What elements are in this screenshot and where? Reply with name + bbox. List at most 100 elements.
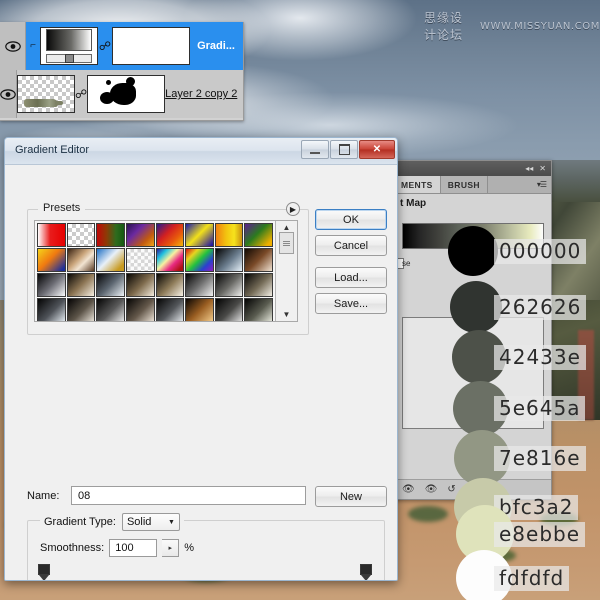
- name-input[interactable]: 08: [71, 486, 306, 505]
- gradient-preset-swatch[interactable]: [185, 273, 214, 297]
- gradient-preset-swatch[interactable]: [155, 248, 185, 272]
- minimize-button[interactable]: [301, 140, 329, 159]
- layer-thumbnail[interactable]: [40, 27, 98, 65]
- color-swatch-hex-label: e8ebbe: [494, 521, 586, 547]
- smoothness-row: Smoothness: 100 ▸ %: [40, 539, 194, 557]
- presets-group: Presets ▶ ▲ ▼: [27, 202, 309, 335]
- gradient-preset-swatch[interactable]: [96, 248, 125, 272]
- scroll-up-icon[interactable]: ▲: [283, 223, 291, 232]
- window-controls: ✕: [301, 140, 395, 159]
- mask-blob: [100, 77, 137, 105]
- gradient-preset-swatch[interactable]: [125, 298, 155, 321]
- gradient-preset-swatch[interactable]: [125, 273, 155, 297]
- mask-dot: [106, 80, 112, 85]
- gradient-preset-swatch[interactable]: [155, 298, 185, 321]
- gradient-preset-swatch[interactable]: [37, 223, 66, 247]
- gradient-preset-swatch[interactable]: [214, 273, 244, 297]
- gradient-preset-swatch[interactable]: [66, 223, 96, 247]
- gradient-preset-swatch[interactable]: [214, 248, 244, 272]
- eye-icon: [4, 40, 21, 52]
- tabstrip-filler: ▾☰: [487, 176, 551, 193]
- opacity-stop-marker[interactable]: [360, 564, 372, 580]
- color-swatch-hex-label: 7e816e: [494, 445, 586, 471]
- gradient-preset-swatch[interactable]: [244, 223, 273, 247]
- opacity-stop-marker[interactable]: [38, 564, 50, 580]
- gradient-preset-swatch[interactable]: [66, 248, 96, 272]
- gradient-preset-swatch[interactable]: [185, 223, 214, 247]
- color-swatch-dot: [448, 226, 498, 276]
- layer-row[interactable]: ☍ Layer 2 copy 2: [0, 70, 243, 118]
- layer-mask-thumbnail[interactable]: [87, 75, 166, 113]
- smoothness-spinner[interactable]: ▸: [162, 539, 180, 557]
- gradient-editor-dialog: Gradient Editor ✕ Presets ▶ ▲ ▼ OK Cance…: [4, 137, 398, 581]
- eye-icon[interactable]: 👁: [402, 484, 415, 495]
- link-icon[interactable]: ☍: [75, 87, 87, 101]
- layer-mask-thumbnail[interactable]: [112, 27, 190, 65]
- gradient-preset-swatch[interactable]: [37, 298, 66, 321]
- gradient-type-select[interactable]: Solid ▼: [121, 513, 180, 531]
- layer-visibility-toggle[interactable]: [0, 22, 26, 70]
- gradient-slider: [46, 54, 92, 63]
- layer-thumbnail[interactable]: [17, 75, 75, 113]
- gradient-preset-swatch[interactable]: [214, 223, 244, 247]
- close-button[interactable]: ✕: [359, 140, 395, 159]
- gradient-preset-swatch[interactable]: [37, 248, 66, 272]
- collapse-panel-icon[interactable]: ◂◂: [525, 164, 533, 173]
- dialog-titlebar[interactable]: Gradient Editor ✕: [5, 138, 397, 165]
- close-icon[interactable]: ✕: [539, 164, 546, 173]
- save-button[interactable]: Save...: [315, 293, 387, 314]
- adjustments-titlebar: ◂◂ ✕: [394, 161, 551, 176]
- gradient-preset-swatch[interactable]: [155, 273, 185, 297]
- color-swatch-item: fdfdfd: [456, 550, 570, 600]
- color-swatch-hex-label: 5e645a: [494, 396, 586, 421]
- tab-brush[interactable]: BRUSH: [440, 176, 488, 193]
- color-swatch-item: 5e645a: [453, 381, 586, 436]
- maximize-icon: [338, 144, 350, 155]
- gradient-preset-swatch[interactable]: [96, 223, 125, 247]
- load-button[interactable]: Load...: [315, 267, 387, 288]
- shrub: [408, 506, 448, 522]
- link-icon[interactable]: ☍: [98, 39, 112, 53]
- new-button[interactable]: New: [315, 486, 387, 507]
- adjustments-heading: t Map: [400, 198, 427, 209]
- gradient-bar-editor[interactable]: [38, 564, 372, 580]
- color-swatch-hex-label: 262626: [494, 294, 587, 320]
- gradient-preset-swatch[interactable]: [96, 273, 125, 297]
- color-swatch-hex-label: 000000: [494, 238, 587, 264]
- gradient-preset-swatch[interactable]: [185, 248, 214, 272]
- tab-brush-label: BRUSH: [447, 179, 480, 190]
- gradient-preset-swatch[interactable]: [244, 248, 273, 272]
- presets-grid[interactable]: [35, 221, 275, 321]
- presets-scrollbar[interactable]: ▲ ▼: [275, 221, 297, 321]
- maximize-button[interactable]: [330, 140, 358, 159]
- layer-visibility-toggle[interactable]: [0, 70, 17, 118]
- smoothness-input[interactable]: 100: [109, 539, 158, 557]
- minimize-icon: [310, 151, 320, 154]
- presets-list: ▲ ▼: [34, 220, 298, 322]
- scrollbar-thumb[interactable]: [279, 232, 294, 254]
- gradient-preset-swatch[interactable]: [37, 273, 66, 297]
- gradient-preset-swatch[interactable]: [96, 298, 125, 321]
- layer-row[interactable]: ⌐ ☍ Gradi...: [0, 22, 243, 70]
- gradient-type-label: Gradient Type:: [44, 516, 116, 528]
- gradient-preset-swatch[interactable]: [185, 298, 214, 321]
- preset-menu-arrow-icon[interactable]: ▶: [286, 202, 300, 216]
- gradient-preset-swatch[interactable]: [66, 273, 96, 297]
- scroll-down-icon[interactable]: ▼: [283, 310, 291, 319]
- gradient-preset-swatch[interactable]: [214, 298, 244, 321]
- gradient-preset-swatch[interactable]: [244, 273, 273, 297]
- crocodile-artwork: [24, 99, 63, 107]
- panel-menu-icon[interactable]: ▾☰: [537, 180, 547, 189]
- cancel-button[interactable]: Cancel: [315, 235, 387, 256]
- gradient-type-legend: Gradient Type: Solid ▼: [40, 513, 184, 531]
- layer-name: Gradi...: [197, 40, 235, 52]
- gradient-preset-swatch[interactable]: [66, 298, 96, 321]
- tab-adjustments[interactable]: MENTS: [394, 176, 441, 193]
- gradient-preset-swatch[interactable]: [244, 298, 273, 321]
- ok-button[interactable]: OK: [315, 209, 387, 230]
- gradient-preset-swatch[interactable]: [155, 223, 185, 247]
- gradient-preset-swatch[interactable]: [125, 223, 155, 247]
- eye-icon[interactable]: 👁: [425, 484, 438, 495]
- gradient-preset-swatch[interactable]: [125, 248, 155, 272]
- name-label: Name:: [27, 490, 60, 502]
